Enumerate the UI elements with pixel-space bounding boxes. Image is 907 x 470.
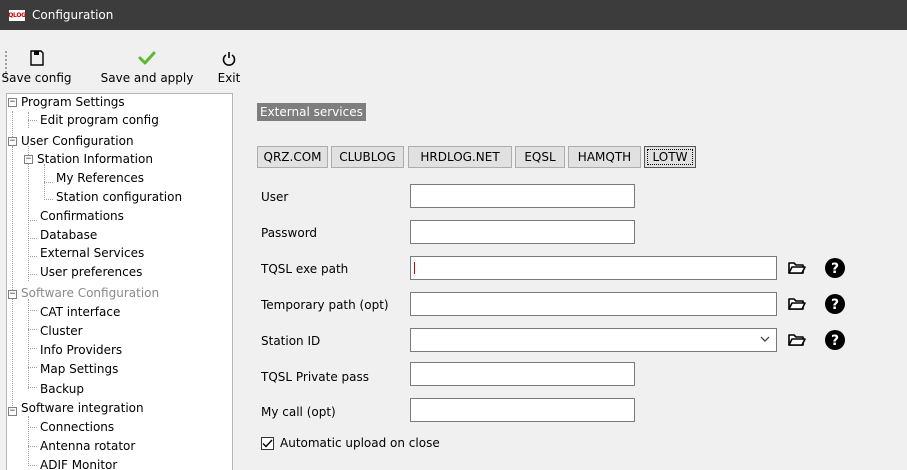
window-title: Configuration xyxy=(32,8,114,22)
tree-item-info-providers[interactable]: Info Providers xyxy=(40,342,122,359)
temp-path-help-button[interactable]: ? xyxy=(823,292,847,316)
auto-upload-label[interactable]: Automatic upload on close xyxy=(280,435,440,451)
tree-item-edit-program-config[interactable]: Edit program config xyxy=(40,112,159,129)
tree-item-confirmations[interactable]: Confirmations xyxy=(40,208,124,225)
text-cursor xyxy=(414,262,415,274)
folder-icon xyxy=(788,334,806,346)
tree-item-user-preferences[interactable]: User preferences xyxy=(40,264,142,281)
user-label: User xyxy=(261,190,289,204)
tree-item-my-references[interactable]: My References xyxy=(56,170,144,187)
help-icon: ? xyxy=(825,330,845,350)
my-call-label: My call (opt) xyxy=(261,405,336,419)
tqsl-path-input[interactable] xyxy=(410,256,777,280)
temp-path-browse-button[interactable] xyxy=(785,292,809,316)
save-and-apply-button[interactable]: Save and apply xyxy=(83,49,211,89)
tab-qrz[interactable]: QRZ.COM xyxy=(257,146,328,168)
help-icon: ? xyxy=(825,294,845,314)
tree-item-external-services[interactable]: External Services xyxy=(40,245,144,262)
expand-toggle-user-configuration[interactable]: − xyxy=(8,137,17,146)
tab-hrdlog[interactable]: HRDLOG.NET xyxy=(408,146,512,168)
folder-icon xyxy=(788,298,806,310)
power-icon xyxy=(222,49,236,67)
exit-button[interactable]: Exit xyxy=(214,49,244,89)
tree-item-user-configuration[interactable]: User Configuration xyxy=(21,133,134,150)
save-and-apply-label: Save and apply xyxy=(100,71,194,85)
settings-tree[interactable]: − − − − − Program Settings Edit program … xyxy=(6,93,233,470)
title-bar: QLOG Configuration xyxy=(0,0,907,30)
expand-toggle-software-configuration[interactable]: − xyxy=(8,290,17,299)
floppy-icon xyxy=(29,49,44,67)
tree-item-software-integration[interactable]: Software integration xyxy=(21,400,144,417)
tree-item-connections[interactable]: Connections xyxy=(40,419,114,436)
tree-item-program-settings[interactable]: Program Settings xyxy=(21,94,125,111)
auto-upload-checkbox[interactable] xyxy=(261,437,274,450)
help-icon: ? xyxy=(825,258,845,278)
temp-path-label: Temporary path (opt) xyxy=(261,298,389,312)
station-id-combobox[interactable] xyxy=(410,328,777,352)
tree-item-backup[interactable]: Backup xyxy=(40,381,84,398)
svg-text:?: ? xyxy=(831,297,839,313)
svg-text:?: ? xyxy=(831,333,839,349)
chevron-down-icon[interactable] xyxy=(760,333,770,348)
station-id-help-button[interactable]: ? xyxy=(823,328,847,352)
station-id-label: Station ID xyxy=(261,334,321,348)
tree-item-cluster[interactable]: Cluster xyxy=(40,323,83,340)
tqsl-path-browse-button[interactable] xyxy=(785,256,809,280)
tab-clublog[interactable]: CLUBLOG xyxy=(331,146,404,168)
tree-item-software-configuration[interactable]: Software Configuration xyxy=(21,285,159,302)
tab-lotw[interactable]: LOTW xyxy=(644,146,696,168)
checkmark-icon xyxy=(262,439,273,448)
folder-icon xyxy=(788,262,806,274)
app-logo-icon: QLOG xyxy=(8,9,26,21)
expand-toggle-station-information[interactable]: − xyxy=(24,155,33,164)
tree-item-station-information[interactable]: Station Information xyxy=(37,151,153,168)
svg-text:?: ? xyxy=(831,261,839,277)
tab-eqsl[interactable]: EQSL xyxy=(515,146,565,168)
group-title: External services xyxy=(257,103,366,121)
save-config-label: Save config xyxy=(1,71,72,85)
tree-item-map-settings[interactable]: Map Settings xyxy=(40,361,118,378)
expand-toggle-software-integration[interactable]: − xyxy=(8,407,17,416)
save-config-button[interactable]: Save config xyxy=(0,49,73,89)
toolbar: Save config Save and apply Exit xyxy=(0,30,907,93)
external-services-panel: External services QRZ.COM CLUBLOG HRDLOG… xyxy=(233,93,907,470)
password-label: Password xyxy=(261,226,318,240)
user-input[interactable] xyxy=(410,184,635,208)
tree-item-adif-monitor[interactable]: ADIF Monitor xyxy=(40,457,117,470)
private-pass-label: TQSL Private pass xyxy=(261,370,370,384)
tree-item-database[interactable]: Database xyxy=(40,227,97,244)
tree-item-antenna-rotator[interactable]: Antenna rotator xyxy=(40,438,135,455)
private-pass-input[interactable] xyxy=(410,362,635,386)
temp-path-input[interactable] xyxy=(410,292,777,316)
tqsl-path-help-button[interactable]: ? xyxy=(823,256,847,280)
tab-hamqth[interactable]: HAMQTH xyxy=(568,146,641,168)
expand-toggle-program-settings[interactable]: − xyxy=(8,98,17,107)
password-input[interactable] xyxy=(410,220,635,244)
my-call-input[interactable] xyxy=(410,398,635,422)
tree-item-station-configuration[interactable]: Station configuration xyxy=(56,189,182,206)
tqsl-path-label: TQSL exe path xyxy=(261,262,349,276)
exit-label: Exit xyxy=(217,71,241,85)
station-id-browse-button[interactable] xyxy=(785,328,809,352)
checkmark-icon xyxy=(138,49,156,67)
tree-item-cat-interface[interactable]: CAT interface xyxy=(40,304,120,321)
